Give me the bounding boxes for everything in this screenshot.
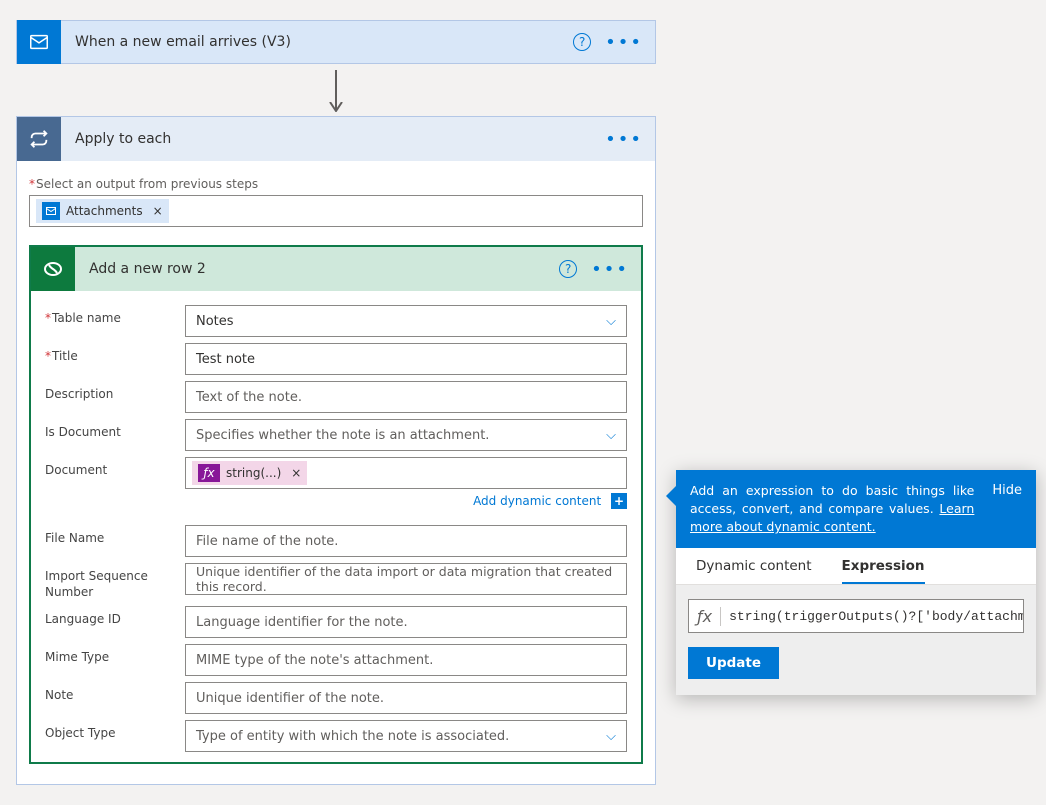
add-dynamic-content-link[interactable]: Add dynamic content (473, 494, 601, 508)
apply-title: Apply to each (61, 131, 605, 147)
help-icon[interactable]: ? (559, 260, 577, 278)
flyout-banner: Add an expression to do basic things lik… (676, 470, 1036, 548)
trigger-title: When a new email arrives (V3) (61, 34, 573, 50)
title-label: Title (45, 343, 185, 365)
flow-arrow (16, 64, 656, 116)
filename-label: File Name (45, 525, 185, 547)
fx-icon: ƒx (198, 464, 220, 482)
chevron-down-icon: ⌵ (606, 729, 616, 744)
help-icon[interactable]: ? (573, 33, 591, 51)
token-remove-icon[interactable]: × (287, 466, 301, 480)
expression-flyout: Add an expression to do basic things lik… (676, 470, 1036, 695)
description-label: Description (45, 381, 185, 403)
filename-input[interactable]: File name of the note. (185, 525, 627, 557)
mimetype-placeholder: MIME type of the note's attachment. (196, 653, 433, 668)
flyout-banner-text: Add an expression to do basic things lik… (690, 483, 974, 516)
add-row-header[interactable]: Add a new row 2 ? ••• (31, 247, 641, 291)
isdoc-select[interactable]: Specifies whether the note is an attachm… (185, 419, 627, 451)
langid-input[interactable]: Language identifier for the note. (185, 606, 627, 638)
outlook-mini-icon (42, 202, 60, 220)
more-menu-icon[interactable]: ••• (605, 129, 643, 150)
trigger-card[interactable]: When a new email arrives (V3) ? ••• (16, 20, 656, 64)
table-name-label: Table name (45, 305, 185, 327)
flyout-caret (666, 486, 676, 506)
mimetype-label: Mime Type (45, 644, 185, 666)
langid-placeholder: Language identifier for the note. (196, 615, 408, 630)
objtype-label: Object Type (45, 720, 185, 742)
more-menu-icon[interactable]: ••• (605, 32, 643, 53)
objtype-select[interactable]: Type of entity with which the note is as… (185, 720, 627, 752)
objtype-placeholder: Type of entity with which the note is as… (196, 729, 509, 744)
description-placeholder: Text of the note. (196, 390, 302, 405)
update-button[interactable]: Update (688, 647, 779, 679)
note-input[interactable]: Unique identifier of the note. (185, 682, 627, 714)
expression-text: string(triggerOutputs()?['body/attachmen… (729, 609, 1023, 624)
apply-to-each-card: Apply to each ••• Select an output from … (16, 116, 656, 785)
chevron-down-icon: ⌵ (606, 314, 616, 329)
add-row-card: Add a new row 2 ? ••• Table name Notes ⌵ (29, 245, 643, 764)
table-name-select[interactable]: Notes ⌵ (185, 305, 627, 337)
title-value: Test note (196, 352, 255, 367)
hide-link[interactable]: Hide (992, 482, 1022, 536)
note-placeholder: Unique identifier of the note. (196, 691, 384, 706)
dataverse-icon (31, 247, 75, 291)
tab-dynamic-content[interactable]: Dynamic content (696, 558, 812, 584)
attachments-token[interactable]: Attachments × (36, 199, 169, 223)
langid-label: Language ID (45, 606, 185, 628)
token-remove-icon[interactable]: × (149, 204, 163, 218)
document-label: Document (45, 457, 185, 479)
importseq-placeholder: Unique identifier of the data import or … (196, 564, 616, 594)
note-label: Note (45, 682, 185, 704)
mimetype-input[interactable]: MIME type of the note's attachment. (185, 644, 627, 676)
tab-expression[interactable]: Expression (842, 558, 925, 584)
document-input[interactable]: ƒx string(...) × (185, 457, 627, 489)
importseq-label: Import Sequence Number (45, 563, 185, 600)
outlook-icon (17, 20, 61, 64)
chevron-down-icon: ⌵ (606, 428, 616, 443)
expression-input[interactable]: ƒx string(triggerOutputs()?['body/attach… (688, 599, 1024, 633)
add-dynamic-content-toggle[interactable]: + (611, 493, 627, 509)
more-menu-icon[interactable]: ••• (591, 259, 629, 280)
importseq-input[interactable]: Unique identifier of the data import or … (185, 563, 627, 595)
add-row-title: Add a new row 2 (75, 261, 559, 277)
loop-icon (17, 117, 61, 161)
isdoc-label: Is Document (45, 419, 185, 441)
select-output-label: Select an output from previous steps (29, 177, 643, 191)
table-name-value: Notes (196, 314, 234, 329)
isdoc-placeholder: Specifies whether the note is an attachm… (196, 428, 489, 443)
apply-header[interactable]: Apply to each ••• (17, 117, 655, 161)
title-input[interactable]: Test note (185, 343, 627, 375)
select-output-input[interactable]: Attachments × (29, 195, 643, 227)
expression-token-label: string(...) (226, 466, 281, 480)
fx-icon: ƒx (695, 607, 721, 626)
filename-placeholder: File name of the note. (196, 534, 338, 549)
expression-token[interactable]: ƒx string(...) × (192, 461, 307, 485)
token-label: Attachments (66, 204, 143, 218)
description-input[interactable]: Text of the note. (185, 381, 627, 413)
